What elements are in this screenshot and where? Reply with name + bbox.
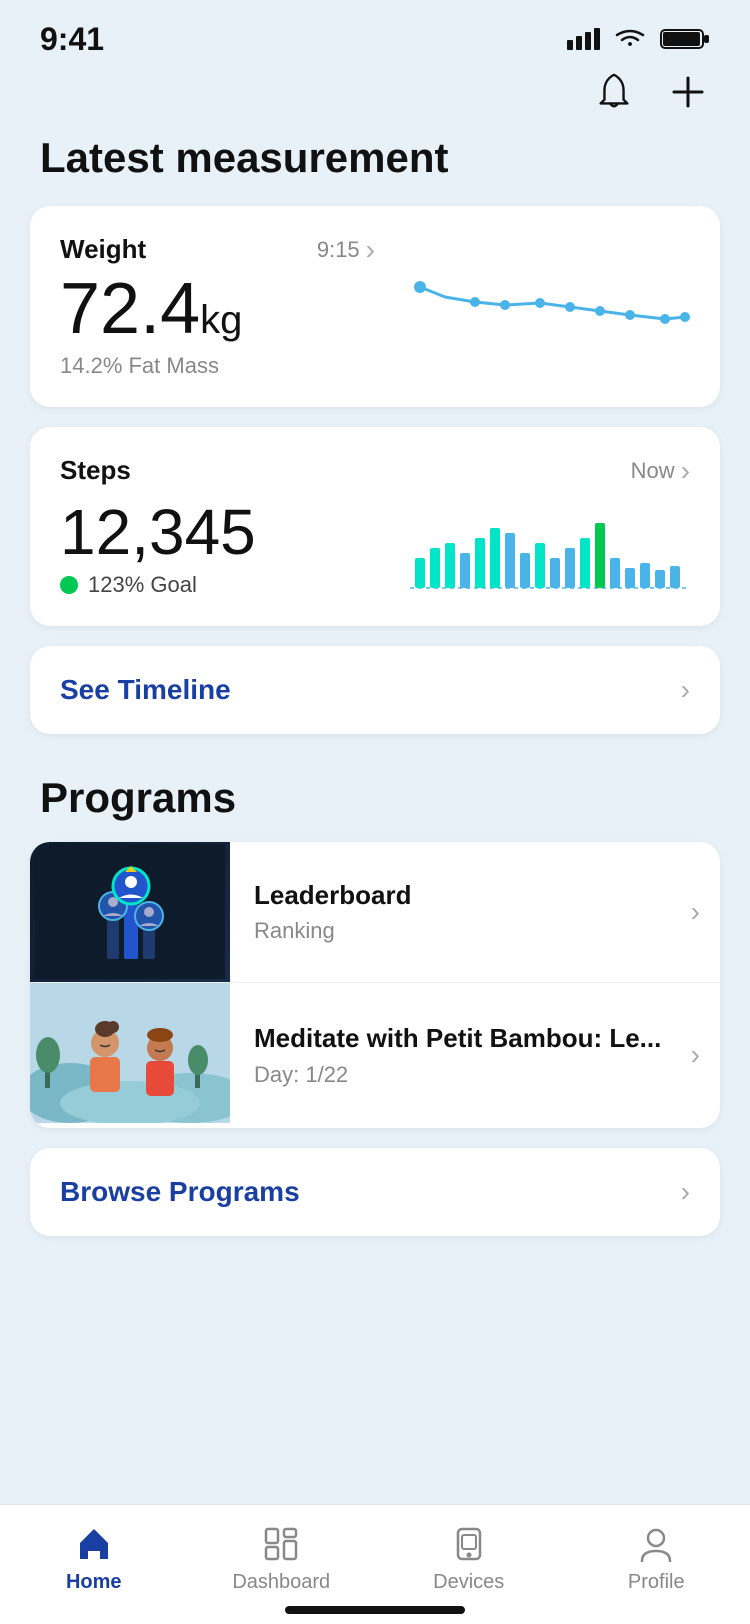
leaderboard-info: Leaderboard Ranking xyxy=(230,842,691,982)
steps-time: Now › xyxy=(631,455,690,487)
signal-icon xyxy=(567,28,600,50)
steps-label: Steps xyxy=(60,455,131,486)
leaderboard-illustration xyxy=(35,844,225,979)
meditate-info: Meditate with Petit Bambou: Le... Day: 1… xyxy=(230,983,691,1128)
see-timeline-chevron: › xyxy=(681,674,690,706)
leaderboard-arrow: › xyxy=(691,842,720,982)
header-actions xyxy=(0,60,750,124)
nav-devices[interactable]: Devices xyxy=(375,1519,563,1594)
nav-home[interactable]: Home xyxy=(0,1519,188,1594)
nav-dashboard[interactable]: Dashboard xyxy=(188,1519,376,1594)
program-leaderboard[interactable]: Leaderboard Ranking › xyxy=(30,842,720,983)
home-icon xyxy=(73,1523,115,1565)
page-title: Latest measurement xyxy=(0,124,750,206)
status-time: 9:41 xyxy=(40,21,104,58)
meditate-title: Meditate with Petit Bambou: Le... xyxy=(254,1022,667,1056)
browse-programs-text: Browse Programs xyxy=(60,1176,300,1208)
weight-chart xyxy=(410,267,690,347)
program-meditate[interactable]: Meditate with Petit Bambou: Le... Day: 1… xyxy=(30,983,720,1128)
weight-card[interactable]: Weight 9:15 › 72.4kg 14.2% Fat Mass xyxy=(30,206,720,407)
meditate-sub: Day: 1/22 xyxy=(254,1062,667,1088)
status-icons xyxy=(567,26,710,52)
dashboard-icon xyxy=(260,1523,302,1565)
goal-dot xyxy=(60,576,78,594)
add-button[interactable] xyxy=(666,70,710,114)
weight-time: 9:15 › xyxy=(317,234,375,266)
browse-programs-button[interactable]: Browse Programs › xyxy=(30,1148,720,1236)
see-timeline-button[interactable]: See Timeline › xyxy=(30,646,720,734)
home-indicator xyxy=(285,1606,465,1614)
weight-value: 72.4kg xyxy=(60,270,375,349)
browse-programs-chevron: › xyxy=(681,1176,690,1208)
battery-icon xyxy=(660,26,710,52)
notification-button[interactable] xyxy=(592,70,636,114)
weight-label: Weight xyxy=(60,234,146,265)
status-bar: 9:41 xyxy=(0,0,750,60)
steps-goal: 123% Goal xyxy=(60,572,375,598)
steps-card[interactable]: Steps Now › 12,345 123% Goal xyxy=(30,427,720,625)
leaderboard-sub: Ranking xyxy=(254,918,667,944)
meditate-illustration xyxy=(30,983,230,1123)
nav-profile[interactable]: Profile xyxy=(563,1519,750,1594)
steps-value: 12,345 xyxy=(60,497,375,567)
nav-profile-label: Profile xyxy=(628,1571,685,1594)
leaderboard-image xyxy=(30,842,230,982)
nav-devices-label: Devices xyxy=(433,1571,504,1594)
steps-chart xyxy=(410,498,690,598)
wifi-icon xyxy=(612,26,648,52)
profile-icon xyxy=(635,1523,677,1565)
nav-home-label: Home xyxy=(66,1571,122,1594)
meditate-arrow: › xyxy=(691,983,720,1128)
bottom-nav: Home Dashboard Devices Profile xyxy=(0,1504,750,1624)
nav-dashboard-label: Dashboard xyxy=(232,1571,330,1594)
programs-title: Programs xyxy=(0,764,750,842)
programs-container: Leaderboard Ranking › xyxy=(30,842,720,1128)
see-timeline-text: See Timeline xyxy=(60,674,231,706)
meditate-image xyxy=(30,983,230,1128)
weight-sub: 14.2% Fat Mass xyxy=(60,353,375,379)
leaderboard-title: Leaderboard xyxy=(254,879,667,913)
devices-icon xyxy=(448,1523,490,1565)
